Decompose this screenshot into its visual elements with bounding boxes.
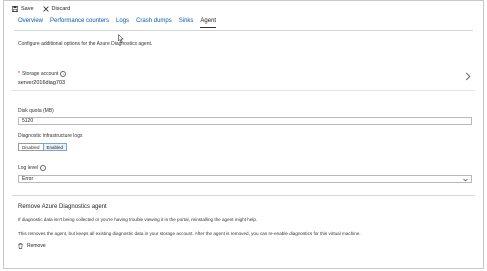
remove-section-title: Remove Azure Diagnostics agent (18, 204, 107, 210)
remove-label: Remove (27, 243, 46, 249)
save-button[interactable]: Save (12, 6, 34, 12)
tab-logs[interactable]: Logs (116, 18, 129, 28)
tab-performance-counters[interactable]: Performance counters (50, 18, 109, 28)
log-level-value: Error (22, 176, 34, 182)
trash-icon (18, 243, 23, 249)
storage-account-selector[interactable]: * Storage account i server2016diag703 (12, 64, 475, 91)
remove-description: This removes the agent, but keeps all ex… (18, 231, 361, 236)
close-icon (42, 6, 49, 12)
tab-divider (14, 30, 473, 31)
disk-quota-label: Disk quota (MB) (18, 108, 54, 114)
log-level-label: Log level (18, 165, 39, 171)
log-level-label-row: Log level i (18, 165, 47, 171)
infra-logs-toggle: Disabled Enabled (18, 143, 68, 151)
log-level-dropdown[interactable]: Error (18, 175, 472, 183)
discard-button[interactable]: Discard (42, 6, 71, 12)
storage-account-label-row: * Storage account i (18, 71, 67, 77)
required-marker: * (18, 71, 20, 77)
tab-agent[interactable]: Agent (200, 18, 217, 28)
info-icon: i (60, 71, 67, 77)
save-label: Save (21, 6, 34, 12)
remove-help-text: If diagnostic data isn't being collected… (18, 217, 258, 222)
tab-overview[interactable]: Overview (18, 18, 43, 28)
infra-logs-label: Diagnostic infrastructure logs (18, 133, 83, 139)
chevron-down-icon (463, 178, 468, 181)
disk-quota-input[interactable]: 5120 (18, 117, 472, 125)
chevron-right-icon (465, 72, 471, 81)
discard-label: Discard (51, 6, 71, 12)
tab-crash-dumps[interactable]: Crash dumps (136, 18, 172, 28)
section-divider (12, 195, 475, 196)
diagnostics-agent-blade: Save Discard Overview Performance counte… (3, 0, 484, 269)
tab-sinks[interactable]: Sinks (179, 18, 194, 28)
toggle-enabled-option[interactable]: Enabled (42, 143, 68, 151)
toggle-disabled-option[interactable]: Disabled (18, 143, 43, 151)
toolbar: Save Discard (12, 3, 79, 15)
storage-account-label: Storage account (21, 71, 59, 77)
storage-account-value: server2016diag703 (18, 80, 66, 86)
tab-bar: Overview Performance counters Logs Crash… (18, 18, 223, 28)
save-icon (12, 6, 18, 12)
info-icon: i (40, 165, 47, 171)
mouse-cursor-icon (118, 34, 124, 43)
intro-text: Configure additional options for the Azu… (18, 41, 153, 47)
remove-button[interactable]: Remove (18, 243, 46, 249)
